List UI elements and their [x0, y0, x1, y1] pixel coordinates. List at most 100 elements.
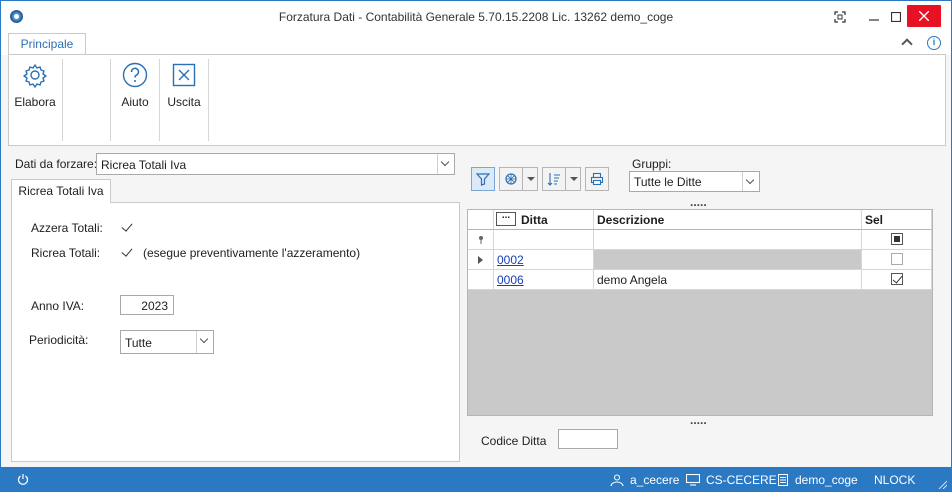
column-ditta-label: Ditta [521, 213, 548, 227]
ribbon-separator [159, 59, 160, 141]
uscita-button[interactable]: Uscita [164, 55, 204, 143]
filter-sel-cell[interactable] [862, 230, 932, 250]
gear-icon [21, 61, 49, 89]
ricrea-panel: Azzera Totali: Ricrea Totali: (esegue pr… [11, 202, 460, 462]
ricrea-checkbox[interactable] [121, 246, 134, 259]
dati-value: Ricrea Totali Iva [101, 158, 187, 172]
database-icon [778, 474, 788, 486]
status-db: demo_coge [777, 473, 858, 487]
dati-label: Dati da forzare: [15, 157, 98, 171]
periodicita-value: Tutte [125, 336, 152, 350]
filter-descrizione-cell[interactable] [594, 230, 862, 250]
grid-filter-row [468, 230, 932, 250]
collapse-ribbon-icon[interactable] [901, 36, 913, 48]
row-indicator [468, 270, 494, 290]
status-lock: NLOCK [874, 473, 915, 487]
close-icon [919, 11, 929, 21]
row-select-checkbox[interactable] [891, 253, 903, 265]
chevron-down-icon[interactable] [437, 154, 454, 174]
row-indicator [468, 250, 494, 270]
close-button[interactable] [907, 5, 941, 27]
sel-cell[interactable] [862, 270, 932, 290]
column-header-ditta[interactable]: ... Ditta [494, 210, 594, 230]
filter-ditta-cell[interactable] [494, 230, 594, 250]
columns-icon [505, 173, 517, 185]
uscita-label: Uscita [167, 95, 201, 109]
ribbon-separator [208, 59, 209, 141]
sort-icon [547, 173, 560, 186]
column-header-sel[interactable]: Sel [862, 210, 932, 230]
group-button[interactable] [499, 167, 523, 191]
status-bar: a_cecere CS-CECERE demo_coge NLOCK [1, 467, 951, 491]
sort-dropdown[interactable] [565, 167, 581, 191]
ricrea-label: Ricrea Totali: [31, 246, 101, 260]
help-icon [121, 61, 149, 89]
ribbon-tabs: Principale i [1, 32, 951, 56]
resize-grip-icon[interactable] [937, 479, 947, 489]
app-window: Forzatura Dati - Contabilità Generale 5.… [0, 0, 952, 492]
monitor-icon [686, 474, 700, 486]
column-chooser-button[interactable]: ... [496, 211, 516, 226]
fullscreen-button[interactable] [823, 1, 857, 32]
aiuto-label: Aiuto [121, 95, 149, 109]
splitter-handle[interactable]: ..... [690, 414, 707, 426]
periodicita-select[interactable]: Tutte [120, 330, 214, 354]
ditta-link[interactable]: 0006 [497, 273, 524, 287]
azzera-checkbox[interactable] [121, 221, 134, 234]
anno-input[interactable]: 2023 [120, 295, 174, 315]
user-icon [610, 474, 624, 486]
splitter-handle[interactable]: ..... [690, 196, 707, 208]
ditte-grid: ... Ditta Descrizione Sel 0002 0006 demo… [467, 209, 933, 416]
filter-icon [476, 173, 490, 186]
ditta-link[interactable]: 0002 [497, 253, 524, 267]
filter-button[interactable] [471, 167, 495, 191]
title-bar: Forzatura Dati - Contabilità Generale 5.… [1, 1, 951, 32]
sort-button[interactable] [542, 167, 566, 191]
azzera-label: Azzera Totali: [31, 221, 103, 235]
printer-icon [590, 172, 604, 186]
elabora-label: Elabora [14, 95, 56, 109]
ribbon-separator [62, 59, 63, 141]
status-db-label: demo_coge [795, 473, 858, 487]
codice-ditta-label: Codice Ditta [481, 434, 547, 448]
fullscreen-icon [834, 10, 846, 23]
status-power[interactable] [17, 473, 29, 485]
tab-principale[interactable]: Principale [8, 33, 86, 56]
gruppi-value: Tutte le Ditte [634, 175, 702, 189]
gruppi-select[interactable]: Tutte le Ditte [629, 171, 760, 192]
status-user-label: a_cecere [630, 473, 680, 487]
dati-select[interactable]: Ricrea Totali Iva [96, 153, 455, 175]
grid-corner [468, 210, 494, 230]
pin-icon [479, 236, 483, 244]
periodicita-label: Periodicità: [29, 333, 89, 347]
column-header-descrizione[interactable]: Descrizione [594, 210, 862, 230]
ribbon-controls: i [901, 36, 941, 50]
status-user: a_cecere [610, 473, 679, 487]
maximize-icon [891, 11, 901, 22]
ditta-cell[interactable]: 0006 [494, 270, 594, 290]
descrizione-cell[interactable]: demo Angela [594, 270, 862, 290]
select-all-checkbox[interactable] [891, 233, 903, 245]
ditta-cell[interactable]: 0002 [494, 250, 594, 270]
filter-row-indicator [468, 230, 494, 250]
group-dropdown[interactable] [522, 167, 538, 191]
tab-ricrea-totali[interactable]: Ricrea Totali Iva [11, 179, 111, 203]
codice-ditta-input[interactable] [558, 429, 618, 449]
table-row[interactable]: 0006 demo Angela [468, 270, 932, 290]
minimize-icon [869, 18, 879, 21]
sel-cell[interactable] [862, 250, 932, 270]
status-lock-label: NLOCK [874, 473, 916, 487]
chevron-down-icon[interactable] [196, 331, 213, 353]
aiuto-button[interactable]: Aiuto [115, 55, 155, 143]
elabora-button[interactable]: Elabora [13, 55, 57, 143]
grid-header: ... Ditta Descrizione Sel [468, 210, 932, 230]
print-button[interactable] [585, 167, 609, 191]
descrizione-cell[interactable] [594, 250, 862, 270]
chevron-down-icon[interactable] [742, 172, 759, 191]
window-title: Forzatura Dati - Contabilità Generale 5.… [278, 10, 674, 24]
status-machine: CS-CECERE [686, 473, 777, 487]
ribbon-body: Elabora Aiuto Uscita [8, 54, 946, 146]
row-select-checkbox[interactable] [891, 273, 903, 285]
info-icon[interactable]: i [927, 36, 941, 50]
table-row[interactable]: 0002 [468, 250, 932, 270]
